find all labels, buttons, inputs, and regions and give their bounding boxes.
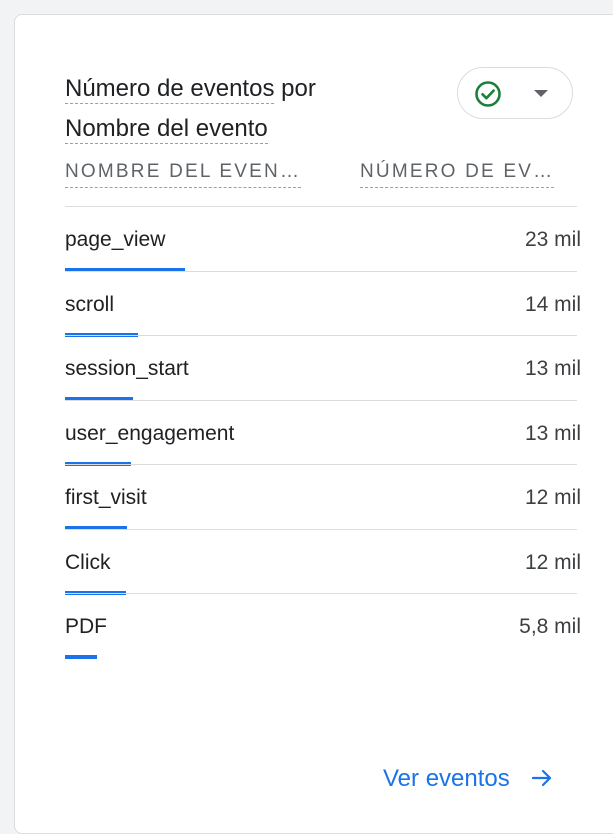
status-dropdown-button[interactable] bbox=[457, 67, 573, 119]
metric-label[interactable]: Número de eventos bbox=[65, 75, 275, 104]
view-events-link[interactable]: Ver eventos bbox=[383, 765, 554, 793]
table-row-name: page_view bbox=[65, 228, 166, 251]
table-row-value: 13 mil bbox=[524, 357, 581, 380]
column-header-event-name[interactable]: NOMBRE DEL EVEN… bbox=[65, 161, 302, 188]
view-events-label: Ver eventos bbox=[383, 765, 510, 792]
table-divider bbox=[65, 206, 577, 207]
table-row-name: first_visit bbox=[65, 486, 147, 509]
table-divider bbox=[65, 270, 577, 272]
table-divider bbox=[65, 528, 577, 530]
table-row-value: 14 mil bbox=[524, 292, 581, 316]
table-row-name: user_engagement bbox=[65, 421, 235, 445]
table-row-value: 12 mil bbox=[524, 486, 581, 509]
table-row-name: scroll bbox=[65, 292, 115, 316]
table-row-name: PDF bbox=[65, 615, 107, 638]
table-divider bbox=[65, 593, 577, 594]
table-row-value: 5,8 mil bbox=[519, 615, 581, 638]
table-row-name: session_start bbox=[65, 357, 189, 380]
events-card: Número de eventos por Nombre del evento … bbox=[14, 14, 613, 834]
table-row-bar bbox=[65, 655, 97, 659]
table-row-name: Click bbox=[65, 550, 111, 574]
arrow-right-icon bbox=[532, 769, 552, 786]
chevron-down-icon bbox=[534, 90, 548, 97]
table-row-value: 13 mil bbox=[524, 421, 581, 445]
dimension-label[interactable]: Nombre del evento bbox=[65, 115, 268, 144]
card-title: Número de eventos por Nombre del evento bbox=[65, 69, 365, 149]
table-row-value: 12 mil bbox=[524, 550, 581, 574]
table-divider bbox=[65, 464, 577, 465]
check-circle-icon bbox=[475, 81, 501, 107]
table-row-value: 23 mil bbox=[524, 228, 581, 251]
table-divider bbox=[65, 399, 577, 401]
table-divider bbox=[65, 335, 577, 336]
title-connector: por bbox=[281, 75, 316, 102]
column-header-event-count[interactable]: NÚMERO DE EV… bbox=[360, 161, 555, 188]
